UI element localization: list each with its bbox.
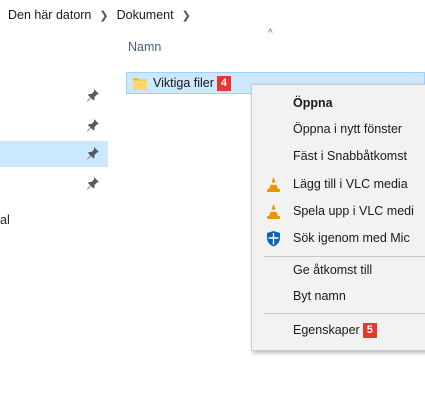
menu-item-text: Egenskaper xyxy=(293,323,360,337)
vlc-icon xyxy=(267,204,280,219)
folder-icon xyxy=(133,78,147,90)
menu-item-properties[interactable]: Egenskaper 5 xyxy=(252,318,425,342)
menu-item-open-new-window[interactable]: Öppna i nytt fönster xyxy=(252,117,425,141)
step-badge: 4 xyxy=(216,76,232,92)
breadcrumb-documents[interactable]: Dokument xyxy=(113,8,178,22)
menu-item-label: Lägg till i VLC media xyxy=(293,177,408,191)
nav-item-pinned[interactable] xyxy=(0,171,108,197)
file-name-label: Viktiga filer xyxy=(153,76,214,90)
menu-item-label: Öppna xyxy=(293,96,333,110)
column-header-name[interactable]: Namn xyxy=(128,40,161,54)
nav-item-pinned[interactable] xyxy=(0,83,108,109)
menu-item-add-vlc-playlist[interactable]: Lägg till i VLC media xyxy=(252,172,425,196)
navigation-pane: al xyxy=(0,30,108,398)
file-name: Viktiga filer 4 xyxy=(153,76,232,92)
menu-item-open[interactable]: Öppna xyxy=(252,91,425,115)
menu-item-label: Byt namn xyxy=(293,289,346,303)
menu-item-label: Fäst i Snabbåtkomst xyxy=(293,149,407,163)
menu-item-label: Egenskaper 5 xyxy=(293,323,377,339)
breadcrumb: Den här datorn ❯ Dokument ❯ xyxy=(0,0,425,30)
menu-item-rename[interactable]: Byt namn xyxy=(252,284,425,308)
menu-item-label: Sök igenom med Mic xyxy=(293,231,410,245)
menu-item-label: Spela upp i VLC medi xyxy=(293,204,414,218)
pin-icon[interactable] xyxy=(86,146,100,160)
menu-separator xyxy=(264,256,425,257)
menu-item-label: Ge åtkomst till xyxy=(293,263,373,277)
menu-item-play-vlc[interactable]: Spela upp i VLC medi xyxy=(252,199,425,223)
menu-item-pin-quick-access[interactable]: Fäst i Snabbåtkomst xyxy=(252,144,425,168)
nav-item-local[interactable]: al xyxy=(0,208,108,234)
nav-item-documents[interactable] xyxy=(0,141,108,167)
pin-icon[interactable] xyxy=(86,118,100,132)
pin-icon[interactable] xyxy=(86,176,100,190)
menu-item-give-access[interactable]: Ge åtkomst till xyxy=(252,258,425,282)
chevron-right-icon[interactable]: ❯ xyxy=(178,9,195,22)
nav-item-label: al xyxy=(0,213,10,227)
context-menu: Öppna Öppna i nytt fönster Fäst i Snabbå… xyxy=(251,84,425,351)
step-badge: 5 xyxy=(362,323,377,339)
nav-item-pinned[interactable] xyxy=(0,113,108,139)
breadcrumb-this-pc[interactable]: Den här datorn xyxy=(0,8,95,22)
defender-shield-icon xyxy=(267,231,280,247)
pin-icon[interactable] xyxy=(86,88,100,102)
menu-separator xyxy=(264,313,425,314)
menu-item-scan-defender[interactable]: Sök igenom med Mic xyxy=(252,226,425,250)
vlc-icon xyxy=(267,177,280,192)
menu-item-label: Öppna i nytt fönster xyxy=(293,122,403,136)
chevron-right-icon[interactable]: ❯ xyxy=(95,9,112,22)
sort-ascending-icon: ^ xyxy=(268,28,273,39)
